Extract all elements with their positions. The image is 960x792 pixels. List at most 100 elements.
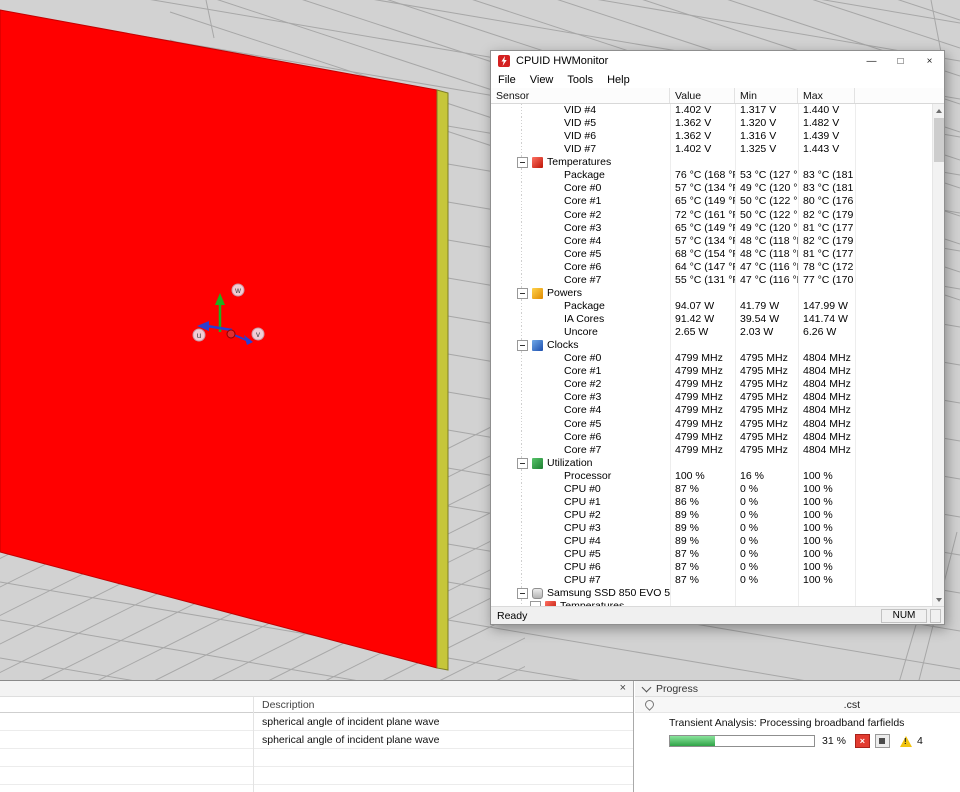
sensor-row[interactable]: Core #4 4799 MHz 4795 MHz 4804 MHz: [491, 404, 932, 418]
close-button[interactable]: ×: [915, 51, 944, 71]
sensor-row[interactable]: VID #6 1.362 V 1.316 V 1.439 V: [491, 130, 932, 144]
minimize-button[interactable]: —: [857, 51, 886, 71]
sensor-row[interactable]: CPU #5 87 % 0 % 100 %: [491, 548, 932, 562]
sensor-label: CPU #4: [564, 535, 601, 548]
sensor-row[interactable]: Temperatures: [491, 156, 932, 170]
chevron-down-icon[interactable]: [641, 682, 652, 692]
sensor-row[interactable]: CPU #6 87 % 0 % 100 %: [491, 561, 932, 575]
sensor-max: 100 %: [803, 482, 833, 495]
sensor-row[interactable]: Core #4 57 °C (134 °F) 48 °C (118 °F) 82 °C…: [491, 234, 932, 248]
sensor-row[interactable]: CPU #2 89 % 0 % 100 %: [491, 508, 932, 522]
maximize-button[interactable]: □: [886, 51, 915, 71]
sensor-row[interactable]: Package 94.07 W 41.79 W 147.99 W: [491, 299, 932, 313]
progress-percent: 31 %: [822, 735, 846, 747]
column-header-max[interactable]: Max: [798, 88, 855, 103]
sensor-min: 1.320 V: [740, 117, 777, 130]
title-bar[interactable]: CPUID HWMonitor — □ ×: [491, 51, 944, 71]
sensor-value: 65 °C (149 °F): [675, 195, 735, 208]
sensor-row[interactable]: CPU #0 87 % 0 % 100 %: [491, 482, 932, 496]
scrollbar-thumb[interactable]: [934, 118, 944, 162]
red-plane[interactable]: [0, 9, 438, 669]
sensor-row[interactable]: Utilization: [491, 456, 932, 470]
sensor-row[interactable]: CPU #3 89 % 0 % 100 %: [491, 522, 932, 536]
sensor-row[interactable]: Core #3 4799 MHz 4795 MHz 4804 MHz: [491, 391, 932, 405]
sensor-row[interactable]: VID #5 1.362 V 1.320 V 1.482 V: [491, 117, 932, 131]
table-row[interactable]: spherical angle of incident plane wave: [0, 731, 633, 749]
sensor-row[interactable]: Core #2 4799 MHz 4795 MHz 4804 MHz: [491, 378, 932, 392]
column-header-spacer: [855, 88, 944, 103]
sensor-min: 0 %: [740, 522, 759, 535]
sensor-row[interactable]: VID #7 1.402 V 1.325 V 1.443 V: [491, 143, 932, 157]
sensor-row[interactable]: Samsung SSD 850 EVO 500GB: [491, 587, 932, 601]
expand-collapse-toggle[interactable]: [517, 287, 528, 299]
sensor-row[interactable]: Core #3 65 °C (149 °F) 49 °C (120 °F) 81 °C…: [491, 221, 932, 235]
expand-collapse-toggle[interactable]: [517, 588, 528, 600]
sensor-row[interactable]: Uncore 2.65 W 2.03 W 6.26 W: [491, 326, 932, 340]
sensor-value: 94.07 W: [675, 299, 715, 312]
sensor-max: 100 %: [803, 574, 833, 587]
close-panel-icon[interactable]: ×: [620, 683, 626, 694]
sensor-row[interactable]: Package 76 °C (168 °F) 53 °C (127 °F) 83 °C…: [491, 169, 932, 183]
column-header-value[interactable]: Value: [670, 88, 735, 103]
pause-button[interactable]: [874, 734, 890, 748]
description-column-header[interactable]: Description: [0, 697, 633, 713]
sensor-max: 4804 MHz: [803, 391, 851, 404]
sensor-row[interactable]: Core #5 68 °C (154 °F) 48 °C (118 °F) 81 °C…: [491, 247, 932, 261]
u-axis-label: u: [197, 331, 201, 340]
sensor-row[interactable]: Core #1 4799 MHz 4795 MHz 4804 MHz: [491, 365, 932, 379]
sensor-row[interactable]: Core #1 65 °C (149 °F) 50 °C (122 °F) 80 °C…: [491, 195, 932, 209]
expand-collapse-toggle[interactable]: [517, 457, 528, 469]
sensor-row[interactable]: Clocks: [491, 339, 932, 353]
table-row[interactable]: [0, 749, 633, 767]
parameter-table: Description spherical angle of incident …: [0, 697, 633, 792]
menu-file[interactable]: File: [491, 74, 523, 86]
column-header-min[interactable]: Min: [735, 88, 798, 103]
sensor-row[interactable]: IA Cores 91.42 W 39.54 W 141.74 W: [491, 313, 932, 327]
menu-help[interactable]: Help: [600, 74, 637, 86]
scroll-up-button[interactable]: [933, 104, 944, 117]
sensor-row[interactable]: Core #5 4799 MHz 4795 MHz 4804 MHz: [491, 417, 932, 431]
scroll-down-button[interactable]: [933, 593, 944, 606]
status-bar: Ready NUM: [491, 606, 944, 624]
menu-tools[interactable]: Tools: [560, 74, 600, 86]
sensor-row[interactable]: Core #6 64 °C (147 °F) 47 °C (116 °F) 78 °C…: [491, 260, 932, 274]
sensor-row[interactable]: Temperatures: [491, 600, 932, 606]
temperature-icon: [545, 601, 556, 606]
sensor-min: 0 %: [740, 508, 759, 521]
sensor-row[interactable]: CPU #1 86 % 0 % 100 %: [491, 495, 932, 509]
sensor-row[interactable]: VID #4 1.402 V 1.317 V 1.440 V: [491, 104, 932, 118]
sensor-row[interactable]: Processor 100 % 16 % 100 %: [491, 469, 932, 483]
expand-collapse-toggle[interactable]: [530, 601, 541, 606]
menu-view[interactable]: View: [523, 74, 561, 86]
disk-icon: [532, 588, 543, 600]
sensor-min: 4795 MHz: [740, 404, 788, 417]
sensor-row[interactable]: Core #2 72 °C (161 °F) 50 °C (122 °F) 82 °C…: [491, 208, 932, 222]
sensor-value: 1.402 V: [675, 104, 712, 117]
table-row[interactable]: [0, 767, 633, 785]
abort-button[interactable]: ×: [854, 734, 870, 748]
sensor-row[interactable]: CPU #7 87 % 0 % 100 %: [491, 574, 932, 588]
sensor-row[interactable]: Core #0 4799 MHz 4795 MHz 4804 MHz: [491, 352, 932, 366]
column-header-row: Sensor Value Min Max: [491, 88, 944, 104]
pin-icon[interactable]: [643, 698, 656, 711]
progress-panel-caption: Progress: [635, 681, 960, 697]
sensor-label: Temperatures: [560, 600, 624, 606]
sensor-label: Core #3: [564, 391, 602, 404]
expand-collapse-toggle[interactable]: [517, 340, 528, 352]
table-row[interactable]: spherical angle of incident plane wave: [0, 713, 633, 731]
column-header-sensor[interactable]: Sensor: [491, 88, 670, 103]
sensor-row[interactable]: Core #7 55 °C (131 °F) 47 °C (116 °F) 77 °C…: [491, 273, 932, 287]
sensor-max: 100 %: [803, 469, 833, 482]
expand-collapse-toggle[interactable]: [517, 157, 528, 169]
progress-bar: [669, 735, 815, 747]
sensor-row[interactable]: Core #6 4799 MHz 4795 MHz 4804 MHz: [491, 430, 932, 444]
sensor-min: 0 %: [740, 574, 759, 587]
vertical-scrollbar[interactable]: [932, 104, 944, 606]
arrow-down-icon: [936, 597, 942, 602]
sensor-row[interactable]: Core #0 57 °C (134 °F) 49 °C (120 °F) 83 °C…: [491, 182, 932, 196]
warning-icon[interactable]: [899, 735, 912, 747]
sensor-row[interactable]: CPU #4 89 % 0 % 100 %: [491, 535, 932, 549]
sensor-row[interactable]: Core #7 4799 MHz 4795 MHz 4804 MHz: [491, 443, 932, 457]
sensor-label: Core #6: [564, 430, 602, 443]
sensor-row[interactable]: Powers: [491, 286, 932, 300]
